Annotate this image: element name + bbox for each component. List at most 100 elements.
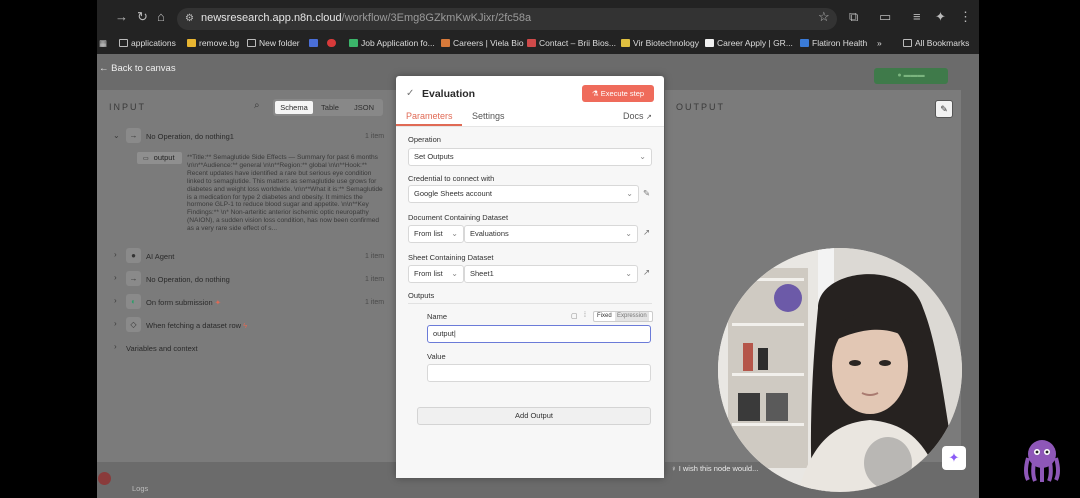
menu-icon[interactable]: ⋮	[959, 9, 972, 25]
logs-toggle[interactable]: Logs	[132, 484, 148, 493]
chevron-right-icon[interactable]: ›	[114, 273, 117, 282]
tree-node-label[interactable]: No Operation, do nothing	[146, 275, 230, 284]
sheet-label: Sheet Containing Dataset	[408, 253, 494, 262]
bookmark-item[interactable]: Job Application fo...	[349, 38, 435, 48]
toggle-expression[interactable]: Expression	[615, 312, 649, 321]
node-settings-modal: ✓ Evaluation ⚗ Execute step Parameters S…	[396, 76, 664, 478]
bookmark-item[interactable]: Vir Biotechnology	[621, 38, 699, 48]
home-icon[interactable]: ⌂	[157, 9, 165, 25]
bookmarks-overflow[interactable]: »	[877, 38, 882, 48]
site-settings-icon[interactable]: ⚙	[185, 11, 194, 27]
bookmark-item[interactable]: Flatiron Health	[800, 38, 867, 48]
notification-badge[interactable]	[98, 472, 111, 485]
trigger-bolt-icon: ✦	[214, 298, 222, 307]
tab-parameters[interactable]: Parameters	[406, 111, 453, 121]
bookmarks-bar: ▦ applications remove.bg New folder Job …	[97, 34, 979, 54]
search-icon[interactable]: ⌕	[254, 100, 260, 111]
item-count: 1 item	[365, 133, 385, 140]
bookmark-item[interactable]: Career Apply | GR...	[705, 38, 793, 48]
tab-table[interactable]: Table	[315, 101, 345, 114]
schema-value-output: **Title:** Semaglutide Side Effects — Su…	[187, 154, 383, 233]
chevron-down-icon[interactable]: ⌄	[113, 131, 120, 140]
save-button[interactable]: ● ▬▬▬	[874, 68, 948, 84]
bookmark-apps-icon[interactable]: ▦	[99, 38, 107, 49]
credential-label: Credential to connect with	[408, 174, 495, 183]
tab-search-icon[interactable]: ≡	[913, 9, 921, 25]
flask-icon: ⚗	[591, 89, 599, 98]
person-video-image	[718, 248, 962, 492]
octopus-mascot-icon	[1022, 438, 1062, 482]
item-count: 1 item	[365, 299, 385, 306]
open-external-icon[interactable]: ↗	[643, 227, 650, 238]
document-mode-select[interactable]: From list ⌄	[408, 225, 464, 243]
tab-json[interactable]: JSON	[348, 101, 380, 114]
open-external-icon[interactable]: ↗	[643, 267, 650, 278]
back-arrow-icon: ←	[99, 63, 109, 74]
chevron-right-icon[interactable]: ›	[114, 250, 117, 259]
url-text[interactable]: newsresearch.app.n8n.cloud/workflow/3Emg…	[201, 12, 531, 24]
chevron-right-icon[interactable]: ›	[114, 342, 117, 351]
input-panel-title: INPUT	[109, 102, 146, 112]
execute-step-button[interactable]: ⚗ Execute step	[582, 85, 654, 102]
bookmark-item[interactable]: Careers | Viela Bio	[441, 38, 524, 48]
parameters-form: Operation Set Outputs ⌄ Credential to con…	[396, 127, 664, 478]
bookmark-item[interactable]: remove.bg	[187, 38, 239, 48]
chevron-down-icon: ⌄	[626, 189, 633, 198]
bookmark-item[interactable]: All Bookmarks	[903, 38, 969, 48]
sheet-mode-select[interactable]: From list ⌄	[408, 265, 464, 283]
bookmark-item[interactable]: applications	[119, 38, 176, 48]
edit-credential-icon[interactable]: ✎	[643, 188, 650, 199]
edit-pencil-icon[interactable]: ✎	[935, 100, 953, 118]
fixed-expression-toggle[interactable]: Fixed Expression	[593, 311, 653, 322]
name-input[interactable]: output|	[427, 325, 651, 343]
bookmark-item[interactable]	[309, 38, 321, 48]
tab-schema[interactable]: Schema	[275, 101, 313, 114]
name-label: Name	[427, 312, 448, 321]
tab-settings[interactable]: Settings	[472, 111, 505, 121]
operation-select[interactable]: Set Outputs ⌄	[408, 148, 652, 166]
chevron-right-icon[interactable]: ›	[114, 319, 117, 328]
cast-icon[interactable]: ▭	[879, 9, 891, 25]
external-link-icon: ↗	[646, 114, 652, 121]
tree-node-label[interactable]: When fetching a dataset row ϟ	[146, 321, 247, 330]
bookmark-item[interactable]	[327, 38, 339, 48]
value-label: Value	[427, 352, 446, 361]
bookmark-item[interactable]: New folder	[247, 38, 300, 48]
tree-node-label[interactable]: AI Agent	[146, 252, 174, 261]
text-type-icon: ▭	[143, 156, 149, 162]
feedback-prompt[interactable]: ♀ I wish this node would...	[671, 464, 758, 473]
chevron-right-icon[interactable]: ›	[114, 296, 117, 305]
outputs-label: Outputs	[408, 291, 435, 300]
profile-icon[interactable]: ✦	[935, 9, 946, 25]
sheet-select[interactable]: Sheet1 ⌄	[464, 265, 638, 283]
value-input[interactable]	[427, 364, 651, 382]
credential-select[interactable]: Google Sheets account ⌄	[408, 185, 639, 203]
add-output-button[interactable]: Add Output	[417, 407, 651, 425]
ai-assistant-button[interactable]: ✦	[942, 446, 966, 470]
arrow-right-icon: →	[126, 271, 141, 286]
toggle-fixed[interactable]: Fixed	[597, 312, 612, 321]
operation-label: Operation	[408, 135, 441, 144]
item-count: 1 item	[365, 253, 385, 260]
schema-key-output[interactable]: ▭ output	[137, 152, 182, 164]
variables-context-label[interactable]: Variables and context	[126, 344, 198, 353]
evaluation-icon: ✓	[406, 88, 415, 99]
tree-node-label[interactable]: No Operation, do nothing1	[146, 132, 234, 141]
ai-agent-icon: ●	[126, 248, 141, 263]
forward-icon[interactable]: →	[115, 9, 128, 25]
bookmark-item[interactable]: Contact – Brii Bios...	[527, 38, 616, 48]
node-title[interactable]: Evaluation	[422, 88, 475, 100]
dataset-icon: ◇	[126, 317, 141, 332]
output-panel-title: OUTPUT	[676, 102, 725, 112]
browser-toolbar: → ↻ ⌂ ⚙ newsresearch.app.n8n.cloud/workf…	[97, 0, 979, 34]
outputs-divider	[408, 303, 652, 304]
reload-icon[interactable]: ↻	[137, 9, 148, 25]
extensions-icon[interactable]: ⧉	[849, 9, 858, 25]
bookmark-star-icon[interactable]: ☆	[818, 9, 830, 25]
chevron-down-icon: ⌄	[451, 269, 458, 278]
back-to-canvas-link[interactable]: ← Back to canvas	[99, 63, 176, 74]
mapping-icon[interactable]: ▢	[571, 312, 578, 320]
document-select[interactable]: Evaluations ⌄	[464, 225, 638, 243]
docs-link[interactable]: Docs ↗	[623, 111, 652, 121]
tree-node-label[interactable]: On form submission ✦	[146, 298, 221, 307]
